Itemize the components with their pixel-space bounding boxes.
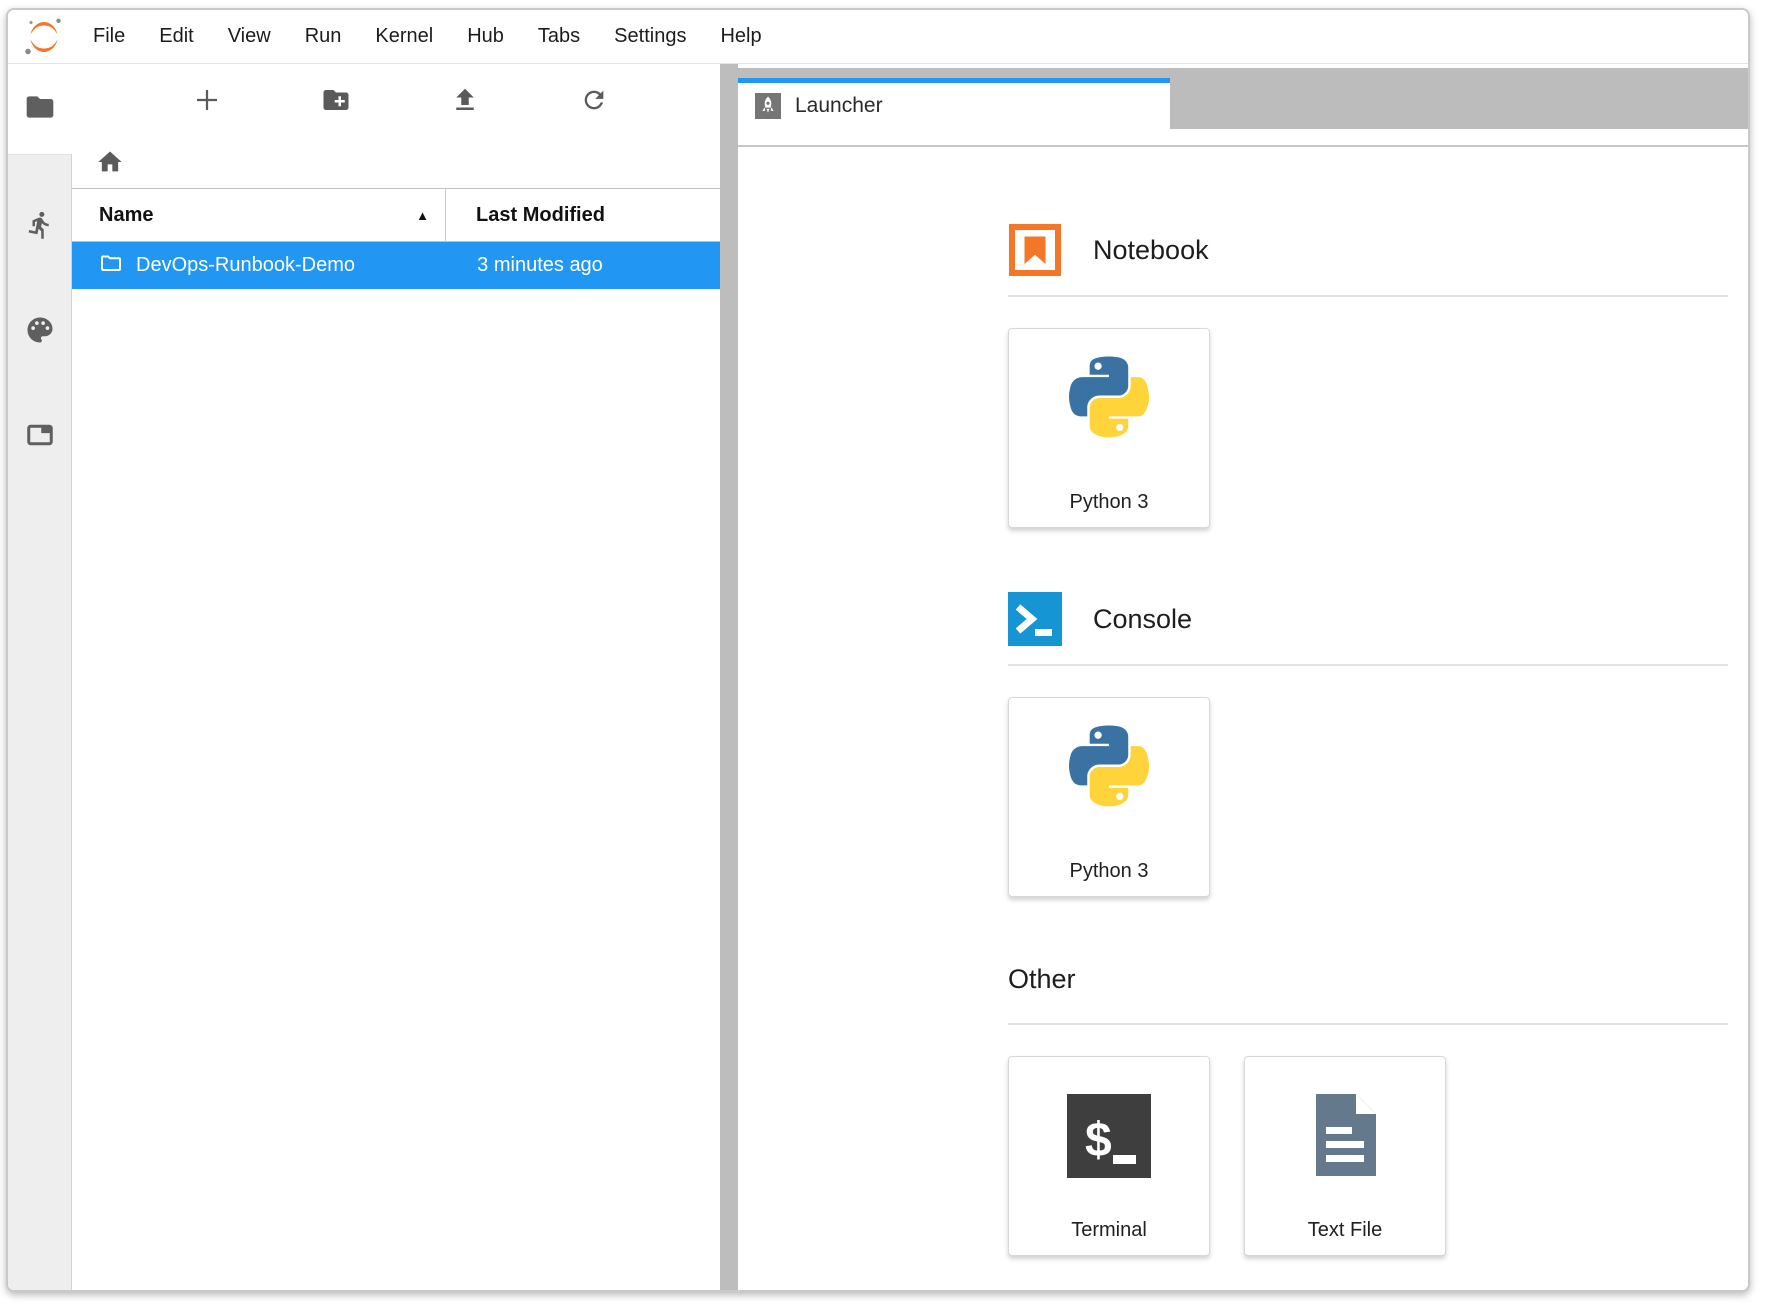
- column-header-last-modified[interactable]: Last Modified: [445, 189, 720, 241]
- section-title: Notebook: [1093, 235, 1209, 266]
- launcher-card-notebook-python3[interactable]: Python 3: [1008, 328, 1210, 528]
- activity-bar: [8, 64, 72, 1290]
- file-row-modified-cell: 3 minutes ago: [445, 242, 720, 289]
- jupyterlab-window: File Edit View Run Kernel Hub Tabs Setti…: [6, 8, 1750, 1292]
- dock-tab-bar: Launcher: [738, 68, 1748, 129]
- launcher-card-terminal[interactable]: $ Terminal: [1008, 1056, 1210, 1256]
- jupyter-logo: [22, 15, 66, 59]
- section-header-other: Other: [1008, 963, 1728, 995]
- section-divider: [1008, 295, 1728, 297]
- menu-edit[interactable]: Edit: [142, 10, 210, 63]
- file-browser-toolbar: [72, 64, 720, 140]
- tab-launcher-label: Launcher: [795, 94, 883, 118]
- home-icon: [96, 163, 124, 180]
- jupyter-notebook-icon: [1008, 223, 1062, 277]
- sidebar-tab-open-tabs[interactable]: [23, 420, 57, 454]
- activity-bar-strip: [8, 154, 72, 1290]
- section-divider: [1008, 664, 1728, 666]
- launcher-section-console: Console Python 3: [1008, 592, 1728, 897]
- launcher-panel: Notebook Python 3: [738, 145, 1748, 1290]
- menu-file[interactable]: File: [76, 10, 142, 63]
- rocket-icon: [755, 93, 781, 119]
- console-icon: [1008, 592, 1062, 646]
- launcher-card-text-file[interactable]: Text File: [1244, 1056, 1446, 1256]
- column-header-name[interactable]: Name ▲: [72, 189, 445, 241]
- card-label: Python 3: [1009, 491, 1209, 514]
- card-label: Terminal: [1009, 1219, 1209, 1242]
- file-browser-panel: Name ▲ Last Modified DevOps-Runbook-Demo: [72, 64, 720, 1290]
- python-logo: [1059, 355, 1159, 455]
- breadcrumb: [72, 140, 720, 188]
- new-folder-icon: [321, 85, 351, 120]
- menu-run[interactable]: Run: [288, 10, 359, 63]
- file-list-header: Name ▲ Last Modified: [72, 188, 720, 242]
- launcher-section-notebook: Notebook Python 3: [1008, 223, 1728, 528]
- section-title: Console: [1093, 604, 1192, 635]
- menu-tabs[interactable]: Tabs: [521, 10, 597, 63]
- sidebar-tab-files[interactable]: [8, 64, 72, 154]
- file-row-devops-runbook-demo[interactable]: DevOps-Runbook-Demo 3 minutes ago: [72, 242, 720, 289]
- sidebar-tab-running[interactable]: [23, 210, 57, 244]
- upload-icon: [450, 85, 480, 120]
- home-breadcrumb[interactable]: [96, 148, 124, 181]
- menu-help[interactable]: Help: [703, 10, 778, 63]
- tabs-icon: [25, 420, 55, 455]
- card-label: Python 3: [1009, 860, 1209, 883]
- section-header-notebook: Notebook: [1008, 223, 1728, 277]
- upload-button[interactable]: [449, 86, 481, 118]
- sort-ascending-icon: ▲: [416, 208, 429, 223]
- menu-bar: File Edit View Run Kernel Hub Tabs Setti…: [8, 10, 1748, 64]
- card-label: Text File: [1245, 1219, 1445, 1242]
- launcher-section-other: Other $ Terminal: [1008, 963, 1728, 1256]
- panel-splitter[interactable]: [720, 64, 738, 1290]
- sidebar-tab-commands[interactable]: [23, 315, 57, 349]
- menu-settings[interactable]: Settings: [597, 10, 703, 63]
- menu-kernel[interactable]: Kernel: [358, 10, 450, 63]
- folder-icon: [24, 91, 56, 128]
- tab-launcher[interactable]: Launcher: [738, 78, 1170, 129]
- text-file-icon: [1301, 1091, 1389, 1179]
- name-column-label: Name: [99, 204, 153, 227]
- plus-icon: [192, 85, 222, 120]
- file-row-name-cell: DevOps-Runbook-Demo: [72, 242, 445, 289]
- file-name: DevOps-Runbook-Demo: [136, 254, 355, 277]
- last-modified-column-label: Last Modified: [476, 204, 605, 227]
- python-logo: [1059, 724, 1159, 824]
- refresh-icon: [580, 86, 608, 119]
- file-modified-time: 3 minutes ago: [477, 254, 603, 277]
- new-launcher-button[interactable]: [191, 86, 223, 118]
- running-person-icon: [25, 210, 55, 245]
- terminal-icon: $: [1067, 1094, 1151, 1178]
- refresh-button[interactable]: [578, 86, 610, 118]
- menu-hub[interactable]: Hub: [450, 10, 521, 63]
- svg-text:$: $: [1085, 1114, 1112, 1167]
- palette-icon: [25, 315, 55, 350]
- section-divider: [1008, 1023, 1728, 1025]
- section-title: Other: [1008, 964, 1076, 995]
- menu-view[interactable]: View: [211, 10, 288, 63]
- launcher-card-console-python3[interactable]: Python 3: [1008, 697, 1210, 897]
- new-folder-button[interactable]: [320, 86, 352, 118]
- section-header-console: Console: [1008, 592, 1728, 646]
- main-dock-panel: Launcher Notebook: [738, 64, 1748, 1290]
- folder-outline-icon: [99, 251, 123, 281]
